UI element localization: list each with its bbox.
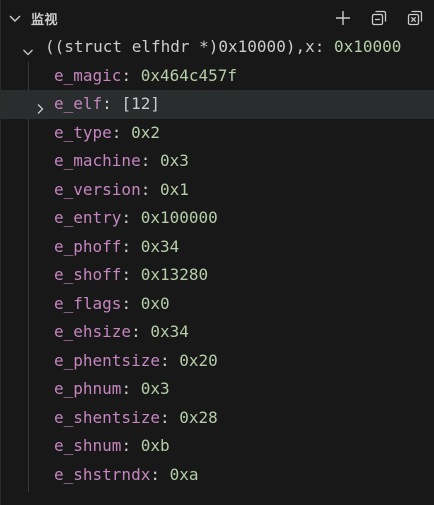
property-name: e_version <box>54 179 141 199</box>
property-value: 0x34 <box>150 322 189 341</box>
property-row-e-flags[interactable]: e_flags: 0x0 <box>1 290 434 319</box>
separator: : <box>121 293 141 313</box>
property-value: 0xb <box>140 436 170 455</box>
property-value: 0x3 <box>140 379 170 398</box>
chevron-down-icon[interactable] <box>21 40 35 56</box>
separator: : <box>150 464 170 484</box>
watch-panel: 监视 ((struct elfhdr *)0x10000),x: 0x10000… <box>0 0 434 505</box>
property-name: e_phnum <box>54 379 122 398</box>
property-value: 0x2 <box>131 122 160 142</box>
property-value: 0x0 <box>140 293 170 313</box>
separator: : <box>121 379 141 398</box>
header-actions <box>327 6 431 30</box>
remove-all-icon <box>407 10 423 26</box>
property-row-e-shstrndx[interactable]: e_shstrndx: 0xa <box>1 461 434 490</box>
property-name: e_ehsize <box>54 322 132 341</box>
property-name: e_entry <box>54 208 122 227</box>
property-name: e_machine <box>54 151 141 170</box>
watch-value: 0x10000 <box>333 37 402 56</box>
chevron-down-icon[interactable] <box>7 10 23 26</box>
separator: : <box>159 407 180 427</box>
separator: : <box>121 65 141 85</box>
watch-tree: ((struct elfhdr *)0x10000),x: 0x10000 e_… <box>1 33 434 489</box>
property-row-e-elf[interactable]: e_elf: [12] <box>1 90 434 119</box>
property-row-e-entry[interactable]: e_entry: 0x100000 <box>1 204 434 233</box>
property-name: e_shentsize <box>54 407 160 427</box>
property-name: e_magic <box>54 65 122 85</box>
add-expression-button[interactable] <box>327 6 359 30</box>
watch-expression: ((struct elfhdr *)0x10000),x <box>45 37 315 56</box>
collapse-all-button[interactable] <box>363 6 395 30</box>
separator: : <box>121 265 141 284</box>
separator: : <box>131 322 151 341</box>
separator: : <box>121 236 141 256</box>
separator: : <box>102 94 122 113</box>
property-value: 0x13280 <box>140 265 209 284</box>
property-name: e_phoff <box>54 236 122 256</box>
property-row-e-shnum[interactable]: e_shnum: 0xb <box>1 432 434 461</box>
remove-all-button[interactable] <box>399 6 431 30</box>
property-value: 0x1 <box>159 179 189 199</box>
property-name: e_shstrndx <box>54 464 151 484</box>
property-row-e-type[interactable]: e_type: 0x2 <box>1 119 434 148</box>
separator: : <box>121 436 141 455</box>
add-icon <box>336 11 350 25</box>
property-value: 0x464c457f <box>140 65 238 85</box>
collapse-all-icon <box>371 10 387 26</box>
property-name: e_phentsize <box>54 350 160 370</box>
property-row-e-shoff[interactable]: e_shoff: 0x13280 <box>1 261 434 290</box>
property-name: e_flags <box>54 293 122 313</box>
property-value: 0x3 <box>159 151 189 170</box>
separator: : <box>314 37 334 56</box>
property-row-e-machine[interactable]: e_machine: 0x3 <box>1 147 434 176</box>
separator: : <box>140 151 160 170</box>
property-name: e_type <box>54 122 112 142</box>
separator: : <box>121 208 141 227</box>
property-value: 0x28 <box>179 407 218 427</box>
property-row-e-ehsize[interactable]: e_ehsize: 0x34 <box>1 318 434 347</box>
property-row-e-phoff[interactable]: e_phoff: 0x34 <box>1 233 434 262</box>
property-value: 0x34 <box>140 236 180 256</box>
property-row-e-version[interactable]: e_version: 0x1 <box>1 176 434 205</box>
property-name: e_shnum <box>54 436 122 455</box>
property-row-e-phentsize[interactable]: e_phentsize: 0x20 <box>1 347 434 376</box>
separator: : <box>140 179 160 199</box>
property-row-e-shentsize[interactable]: e_shentsize: 0x28 <box>1 404 434 433</box>
watch-children: e_magic: 0x464c457f e_elf: [12] e_type: 0x… <box>1 62 434 490</box>
property-name: e_shoff <box>54 265 122 284</box>
watch-expression-row[interactable]: ((struct elfhdr *)0x10000),x: 0x10000 <box>1 33 434 62</box>
separator: : <box>111 122 132 142</box>
chevron-right-icon[interactable] <box>33 97 47 114</box>
property-value: 0x20 <box>179 350 218 370</box>
watch-panel-header[interactable]: 监视 <box>1 0 434 36</box>
property-value: 0x100000 <box>140 208 218 227</box>
panel-title: 监视 <box>31 13 59 28</box>
property-name: e_elf <box>54 94 103 113</box>
separator: : <box>159 350 180 370</box>
property-value: 0xa <box>169 464 199 484</box>
property-row-e-phnum[interactable]: e_phnum: 0x3 <box>1 375 434 404</box>
property-row-e-magic[interactable]: e_magic: 0x464c457f <box>1 62 434 91</box>
property-value: [12] <box>121 94 160 113</box>
